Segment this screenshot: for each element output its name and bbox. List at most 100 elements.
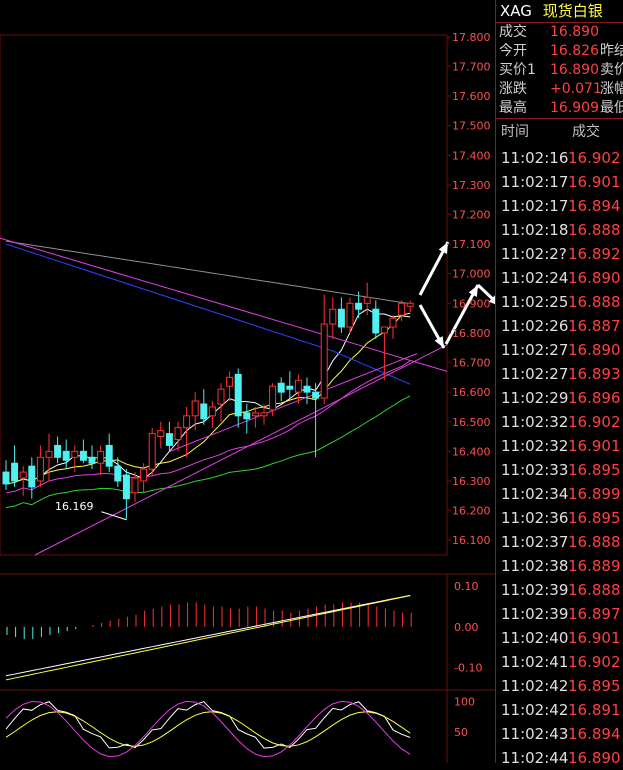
trade-row: 11:02:17 16.894 bbox=[496, 194, 623, 218]
candle-body bbox=[148, 433, 156, 470]
kline-chart-area[interactable]: 16.169 17.800 17.700 17.600 17.500 17.400 17.… bbox=[0, 0, 495, 763]
candle-body bbox=[165, 433, 173, 446]
quote-value: 16.826 bbox=[550, 43, 599, 59]
symbol-header[interactable]: XAG 现货白银 bbox=[496, 0, 623, 22]
candle-body bbox=[251, 412, 259, 417]
trade-time: 11:02:39 bbox=[501, 605, 569, 623]
trade-row: 11:02:36 16.895 bbox=[496, 506, 623, 530]
candle-body bbox=[2, 471, 10, 485]
trade-time: 11:02:40 bbox=[501, 629, 569, 647]
symbol-code: XAG bbox=[500, 2, 532, 20]
trade-row: 11:02:27 16.890 bbox=[496, 338, 623, 362]
candle-body bbox=[337, 308, 345, 328]
candle-body bbox=[303, 385, 311, 393]
candle-body bbox=[114, 465, 122, 482]
trade-price: 16.888 bbox=[568, 221, 621, 239]
trade-row: 11:02:41 16.902 bbox=[496, 650, 623, 674]
candle-body bbox=[131, 477, 139, 494]
quote-value: +0.071 bbox=[550, 81, 602, 97]
trade-price: 16.890 bbox=[568, 749, 621, 767]
price-tick-label: 16.600 bbox=[452, 386, 491, 399]
trade-time: 11:02:24 bbox=[501, 269, 569, 287]
trade-price: 16.902 bbox=[568, 149, 621, 167]
candle-body bbox=[88, 456, 96, 464]
candle-body bbox=[105, 444, 113, 467]
price-tick-label: 16.200 bbox=[452, 505, 491, 518]
trade-price: 16.888 bbox=[568, 533, 621, 551]
trade-price: 16.887 bbox=[568, 317, 621, 335]
kdj-k-line bbox=[5, 701, 411, 749]
trade-time: 11:02:39 bbox=[501, 581, 569, 599]
trade-price: 16.901 bbox=[568, 437, 621, 455]
price-tick-label: 16.400 bbox=[452, 445, 491, 458]
quote-label-secondary: 涨幅 bbox=[600, 81, 623, 97]
trade-row: 11:02:27 16.893 bbox=[496, 362, 623, 386]
candle-body bbox=[174, 427, 182, 441]
candle-body bbox=[346, 302, 354, 328]
trade-row: 11:02:34 16.899 bbox=[496, 482, 623, 506]
trade-row: 11:02:32 16.902 bbox=[496, 410, 623, 434]
price-tick-label: 16.700 bbox=[452, 357, 491, 370]
trades-header-price: 成交 bbox=[572, 124, 600, 140]
trade-row: 11:02:42 16.895 bbox=[496, 674, 623, 698]
trade-time: 11:02:32 bbox=[501, 437, 569, 455]
price-tick-label: 17.700 bbox=[452, 60, 491, 73]
candle-body bbox=[294, 379, 302, 393]
trade-time: 11:02:44 bbox=[501, 749, 569, 767]
price-tick-label: 17.600 bbox=[452, 90, 491, 103]
quote-summary: 成交 16.890 今开 16.826 昨结 买价1 16.890 卖价 涨跌 +0.071 涨幅最… bbox=[496, 23, 623, 118]
quote-label-secondary: 昨结 bbox=[600, 43, 623, 59]
trade-row: 11:02:26 16.887 bbox=[496, 314, 623, 338]
trade-time: 11:02:29 bbox=[501, 389, 569, 407]
kdj-j-line bbox=[5, 700, 411, 758]
price-tick-label: 17.200 bbox=[452, 208, 491, 221]
trade-price: 16.897 bbox=[568, 605, 621, 623]
trade-list[interactable]: 11:02:16 16.902 11:02:17 16.901 11:02:17 16.8… bbox=[496, 146, 623, 770]
trade-time: 11:02:36 bbox=[501, 509, 569, 527]
trade-time: 11:02:32 bbox=[501, 413, 569, 431]
kdj-d-line bbox=[5, 711, 411, 747]
quote-row: 今开 16.826 昨结 bbox=[496, 42, 623, 61]
price-tick-label: 17.400 bbox=[452, 149, 491, 162]
trade-price: 16.895 bbox=[568, 509, 621, 527]
candle-body bbox=[79, 450, 87, 461]
candle-body bbox=[11, 462, 19, 482]
candle-body bbox=[372, 308, 380, 334]
trades-header: 时间 成交 bbox=[496, 119, 623, 145]
price-tick-label: 17.000 bbox=[452, 268, 491, 281]
trade-price: 16.901 bbox=[568, 173, 621, 191]
candle-body bbox=[122, 474, 130, 500]
trade-time: 11:02:27 bbox=[501, 341, 569, 359]
trade-time: 11:02:34 bbox=[501, 485, 569, 503]
candle-body bbox=[208, 406, 216, 417]
trade-price: 16.890 bbox=[568, 341, 621, 359]
trade-time: 11:02:25 bbox=[501, 293, 569, 311]
quote-label: 买价1 bbox=[499, 62, 536, 78]
trade-time: 11:02:18 bbox=[501, 221, 569, 239]
trade-time: 11:02:17 bbox=[501, 173, 569, 191]
candle-body bbox=[62, 450, 70, 461]
candle-body bbox=[329, 308, 337, 325]
trades-header-time: 时间 bbox=[501, 124, 529, 140]
price-tick-label: 16.300 bbox=[452, 475, 491, 488]
price-tick-label: 16.800 bbox=[452, 327, 491, 340]
trade-price: 16.902 bbox=[568, 653, 621, 671]
candle-body bbox=[45, 450, 53, 458]
trade-row: 11:02:39 16.897 bbox=[496, 602, 623, 626]
candle-body bbox=[200, 403, 208, 420]
trade-row: 11:02:29 16.896 bbox=[496, 386, 623, 410]
quote-row: 涨跌 +0.071 涨幅 bbox=[496, 80, 623, 99]
kdj-tick-label: 50 bbox=[454, 726, 468, 739]
candle-body bbox=[380, 326, 388, 334]
quote-panel: XAG 现货白银 成交 16.890 今开 16.826 昨结 买价1 16.890 卖价 涨跌… bbox=[495, 0, 623, 767]
trade-time: 11:02:43 bbox=[501, 725, 569, 743]
trade-time: 11:02:41 bbox=[501, 653, 569, 671]
candle-body bbox=[363, 296, 371, 304]
kline-chart[interactable]: 16.169 17.800 17.700 17.600 17.500 17.400 17.… bbox=[0, 0, 495, 763]
trade-row: 11:02:25 16.888 bbox=[496, 290, 623, 314]
candle-body bbox=[260, 412, 268, 417]
candle-body bbox=[234, 373, 242, 417]
quote-row: 成交 16.890 bbox=[496, 23, 623, 42]
price-tick-label: 16.500 bbox=[452, 416, 491, 429]
candle-body bbox=[191, 400, 199, 417]
